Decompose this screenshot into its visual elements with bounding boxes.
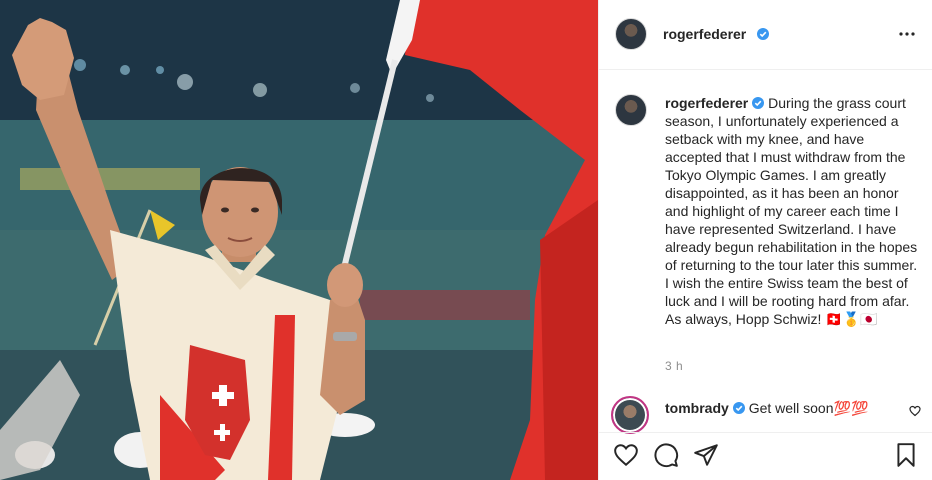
comment-icon[interactable] xyxy=(653,442,679,468)
caption-author-avatar[interactable] xyxy=(615,94,647,126)
verified-badge-icon xyxy=(732,402,745,414)
post-side-panel: rogerfederer rogerfederer During the gra… xyxy=(598,0,932,480)
commenter-avatar[interactable] xyxy=(611,396,649,434)
caption-author-username[interactable]: rogerfederer xyxy=(665,95,748,111)
post-timestamp[interactable]: 3 h xyxy=(665,359,683,373)
comment-like-heart-icon[interactable] xyxy=(909,405,921,417)
comment-body: tombrady Get well soon💯💯 xyxy=(665,399,868,417)
heart-icon[interactable] xyxy=(613,442,639,468)
commenter-username[interactable]: tombrady xyxy=(665,400,729,416)
instagram-post: rogerfederer rogerfederer During the gra… xyxy=(0,0,932,480)
caption-body: rogerfederer During the grass court seas… xyxy=(665,94,923,328)
photo-illustration xyxy=(0,0,598,480)
share-icon[interactable] xyxy=(693,442,719,468)
author-avatar[interactable] xyxy=(615,18,647,50)
more-options-icon[interactable] xyxy=(895,22,919,46)
comment-row: tombrady Get well soon💯💯 xyxy=(599,392,932,434)
bookmark-icon[interactable] xyxy=(893,442,919,468)
post-actions-bar xyxy=(599,432,932,480)
comment-text: Get well soon💯💯 xyxy=(748,400,869,416)
post-header: rogerfederer xyxy=(599,0,932,70)
post-photo[interactable] xyxy=(0,0,598,480)
caption-text: During the grass court season, I unfortu… xyxy=(665,95,918,327)
verified-badge-icon xyxy=(752,97,765,109)
verified-badge-icon xyxy=(757,28,769,40)
author-username[interactable]: rogerfederer xyxy=(663,26,746,42)
